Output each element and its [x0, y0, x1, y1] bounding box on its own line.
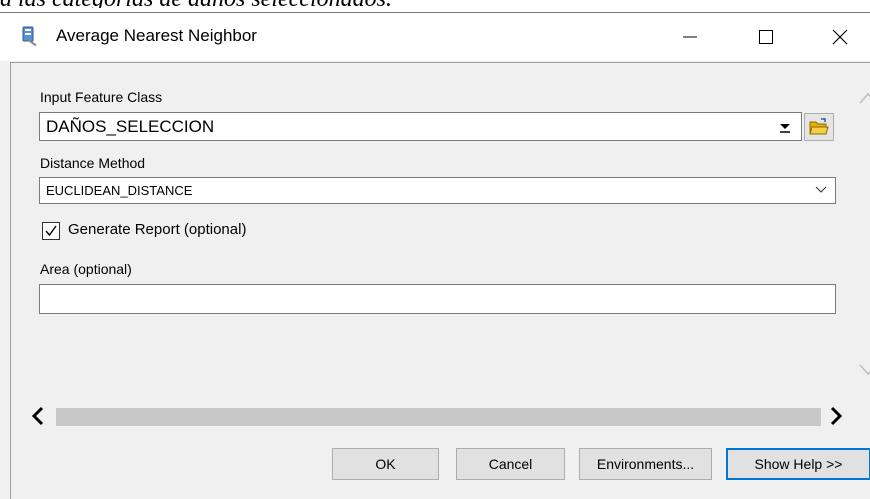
- ok-button[interactable]: OK: [332, 448, 439, 480]
- input-feature-class-label: Input Feature Class: [40, 89, 163, 105]
- cancel-button[interactable]: Cancel: [456, 448, 565, 480]
- close-icon: [832, 29, 848, 45]
- maximize-icon: [759, 30, 773, 44]
- maximize-button[interactable]: [736, 13, 796, 61]
- distance-method-value: EUCLIDEAN_DISTANCE: [46, 183, 193, 198]
- minimize-icon: [683, 36, 697, 38]
- input-feature-class-combobox[interactable]: DAÑOS_SELECCION: [39, 112, 802, 141]
- scrollbar-thumb[interactable]: [56, 408, 821, 426]
- browse-button[interactable]: [804, 113, 834, 141]
- scroll-up-icon[interactable]: [859, 91, 870, 105]
- distance-method-select[interactable]: EUCLIDEAN_DISTANCE: [39, 177, 836, 204]
- input-feature-class-value: DAÑOS_SELECCION: [46, 117, 215, 136]
- dropdown-arrow-icon[interactable]: [779, 123, 791, 133]
- horizontal-scrollbar[interactable]: [21, 404, 857, 430]
- generate-report-label[interactable]: Generate Report (optional): [68, 221, 246, 238]
- scroll-right-icon[interactable]: [827, 406, 845, 426]
- show-help-button[interactable]: Show Help >>: [726, 448, 870, 480]
- folder-open-icon: [809, 118, 829, 135]
- window-title: Average Nearest Neighbor: [56, 26, 257, 45]
- distance-method-label: Distance Method: [40, 155, 146, 171]
- area-input[interactable]: [39, 284, 836, 314]
- arcgis-tool-icon: [22, 26, 37, 46]
- environments-button[interactable]: Environments...: [579, 448, 712, 480]
- parameters-panel: Input Feature Class DAÑOS_SELECCION Dist…: [10, 62, 870, 433]
- chevron-down-icon: [815, 186, 827, 193]
- tool-dialog: Average Nearest Neighbor Input Feature C…: [0, 12, 870, 499]
- area-label: Area (optional): [40, 261, 132, 277]
- close-button[interactable]: [810, 13, 870, 61]
- minimize-button[interactable]: [660, 13, 720, 61]
- generate-report-checkbox[interactable]: [42, 222, 60, 240]
- scroll-down-icon[interactable]: [859, 363, 870, 377]
- checkmark-icon: [45, 225, 57, 237]
- title-bar: Average Nearest Neighbor: [0, 13, 870, 61]
- button-bar: OK Cancel Environments... Show Help >>: [10, 433, 870, 499]
- document-caption: a las categorías de daños seleccionados.: [0, 0, 870, 8]
- scroll-left-icon[interactable]: [29, 406, 47, 426]
